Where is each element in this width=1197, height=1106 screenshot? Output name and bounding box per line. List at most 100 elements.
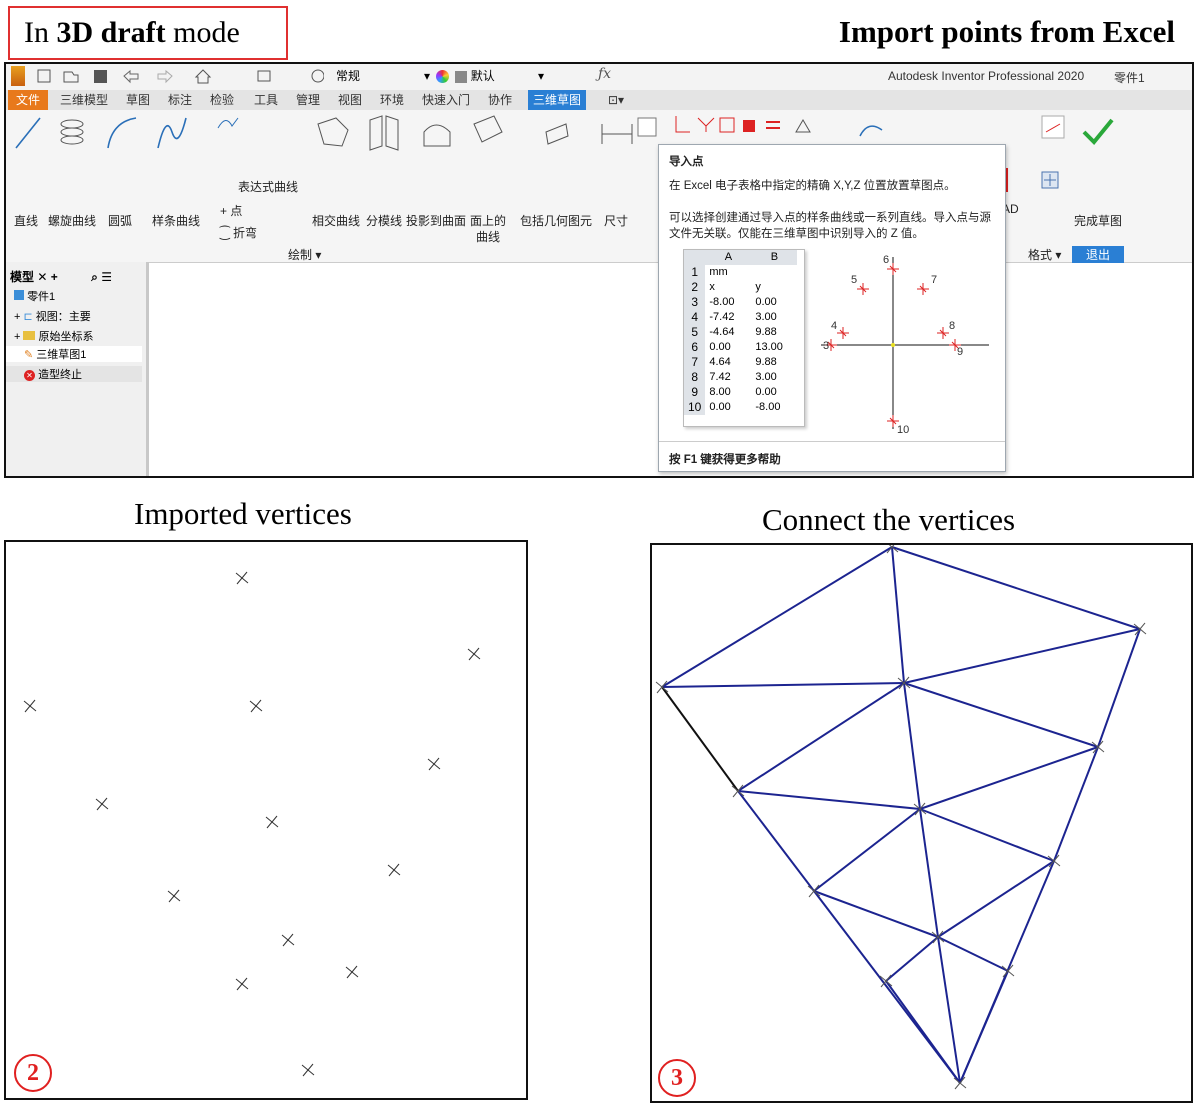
diagram-point-label: 9: [957, 346, 963, 358]
search-icon[interactable]: ⌕: [91, 270, 98, 284]
mesh-edge: [903, 682, 921, 810]
color-wheel-icon: [436, 70, 449, 84]
diagram-point-label: 3: [823, 340, 829, 352]
tab-file[interactable]: 文件: [8, 90, 48, 110]
tab-collaborate[interactable]: 协作: [488, 92, 512, 108]
tab-manage[interactable]: 管理: [296, 92, 320, 108]
mesh-edge: [891, 546, 1141, 630]
tab-annotate[interactable]: 标注: [168, 92, 192, 108]
curve-on-face-label-1[interactable]: 面上的: [470, 212, 506, 229]
tooltip-line-2: 可以选择创建通过导入点的样条曲线或一系列直线。导入点与源: [669, 212, 991, 224]
vertex-marker: [301, 1063, 315, 1077]
part-icon: [14, 290, 24, 300]
tooltip-line-1: 在 Excel 电子表格中指定的精确 X,Y,Z 位置放置草图点。: [669, 180, 956, 192]
title-bar: 常规 ▾ 默认 ▾ ƒx Autodesk Inventor Professiona…: [6, 64, 1192, 90]
vertex-marker: [167, 889, 181, 903]
col-header-b: B: [751, 250, 798, 265]
row-header: 10: [684, 400, 706, 415]
equation-curve-label[interactable]: 表达式曲线: [238, 178, 298, 195]
exit-group-label[interactable]: 退出: [1072, 246, 1124, 263]
tab-3d-model[interactable]: 三维模型: [60, 92, 108, 108]
fx-icon[interactable]: ƒx: [598, 66, 611, 82]
draw-group-label[interactable]: 绘制 ▾: [288, 246, 321, 263]
mesh-edge: [885, 936, 939, 982]
silhouette-label[interactable]: 分模线: [366, 212, 402, 229]
corner-cell: [684, 250, 706, 265]
model-browser: 模型 ✕ + ⌕ ☰ 零件1 + ⊏ 视图：主要 + 原始坐标系 ✎ 三维草图1…: [6, 262, 149, 476]
table-cell: 13.00: [755, 341, 783, 353]
tab-3d-sketch[interactable]: 三维草图: [528, 90, 586, 110]
tab-view[interactable]: 视图: [338, 92, 362, 108]
browser-item-end-of-part[interactable]: ✕ 造型终止: [6, 366, 142, 382]
close-icon[interactable]: ✕: [37, 270, 47, 284]
vertex-marker: [235, 977, 249, 991]
diagram-point-label: 7: [931, 274, 937, 286]
tab-environments[interactable]: 环境: [380, 92, 404, 108]
bend-tool-label[interactable]: ⁐ 折弯: [220, 224, 257, 241]
table-cell: -7.42: [709, 311, 735, 323]
panel-toggle-icon[interactable]: ⊡▾: [608, 92, 624, 108]
point-tool-label[interactable]: + 点: [220, 202, 242, 219]
diagram-point: [937, 327, 949, 339]
table-cell: 0.00: [755, 386, 777, 398]
row-header: 7: [684, 355, 706, 370]
tab-tools[interactable]: 工具: [254, 92, 278, 108]
row-header: 1: [684, 265, 706, 280]
arc-tool-label[interactable]: 圆弧: [108, 212, 132, 229]
mesh-edge: [737, 682, 905, 792]
end-of-part-icon: ✕: [24, 370, 35, 381]
mesh-edge: [919, 746, 1099, 810]
diagram-point-label: 4: [831, 320, 837, 332]
panel-3-caption: Connect the vertices: [762, 502, 1016, 537]
browser-item-view[interactable]: + ⊏ 视图：主要: [14, 308, 91, 324]
tab-get-started[interactable]: 快速入门: [422, 92, 470, 108]
color-dropdown[interactable]: 默认 ▾: [436, 68, 546, 84]
mesh-edge: [937, 936, 961, 1084]
vertex-marker: [345, 965, 359, 979]
format-group-label[interactable]: 格式 ▾: [1028, 246, 1061, 263]
tab-sketch[interactable]: 草图: [126, 92, 150, 108]
vertex-marker: [249, 699, 263, 713]
mesh-edge: [937, 936, 1009, 972]
table-cell: 9.88: [755, 356, 777, 368]
tooltip-line-3: 文件无关联。仅能在三维草图中识别导入的 Z 值。: [669, 228, 924, 240]
browser-item-origin[interactable]: + 原始坐标系: [14, 328, 94, 344]
spline-tool-label[interactable]: 样条曲线: [152, 212, 200, 229]
include-geometry-label[interactable]: 包括几何图元: [520, 212, 592, 229]
intersection-curve-label[interactable]: 相交曲线: [312, 212, 360, 229]
add-icon[interactable]: +: [51, 270, 58, 284]
vertex-marker: [387, 863, 401, 877]
panel-2-caption: Imported vertices: [134, 496, 352, 531]
ribbon: 直线 螺旋曲线 圆弧 样条曲线 表达式曲线 + 点 ⁐ 折弯 相交曲线 分模线 …: [6, 110, 1192, 263]
table-cell: -4.64: [709, 326, 735, 338]
inventor-logo-icon[interactable]: [11, 66, 25, 86]
style-dropdown[interactable]: 常规 ▾: [336, 68, 432, 84]
diagram-point: [917, 283, 929, 295]
curve-on-face-label-2: 曲线: [476, 230, 501, 244]
vertex-marker: [1047, 854, 1061, 868]
material-icon: [455, 70, 468, 83]
tab-inspect[interactable]: 检验: [210, 92, 234, 108]
quick-access-icons[interactable]: [34, 67, 325, 85]
project-to-surface-label[interactable]: 投影到曲面: [406, 212, 466, 229]
helix-tool-label[interactable]: 螺旋曲线: [48, 212, 96, 229]
line-tool-label[interactable]: 直线: [14, 212, 38, 229]
dimension-label[interactable]: 尺寸: [604, 212, 628, 229]
table-cell: mm: [709, 266, 728, 278]
vertex-marker: [427, 757, 441, 771]
row-header: 2: [684, 280, 706, 295]
diagram-point-label: 5: [851, 274, 857, 286]
mesh-edge: [891, 546, 905, 684]
table-cell: x: [709, 281, 715, 293]
table-cell: 7.42: [709, 371, 731, 383]
table-cell: -8.00: [755, 401, 781, 413]
row-header: 5: [684, 325, 706, 340]
view-icon: ⊏: [23, 311, 33, 323]
mesh-edge: [737, 790, 921, 810]
diagram-point: [837, 327, 849, 339]
finish-sketch-label[interactable]: 完成草图: [1074, 212, 1122, 229]
browser-item-3d-sketch[interactable]: ✎ 三维草图1: [6, 346, 142, 362]
menu-icon[interactable]: ☰: [101, 270, 112, 284]
browser-item-part[interactable]: 零件1: [14, 288, 55, 304]
ribbon-icons: [15, 115, 1114, 189]
